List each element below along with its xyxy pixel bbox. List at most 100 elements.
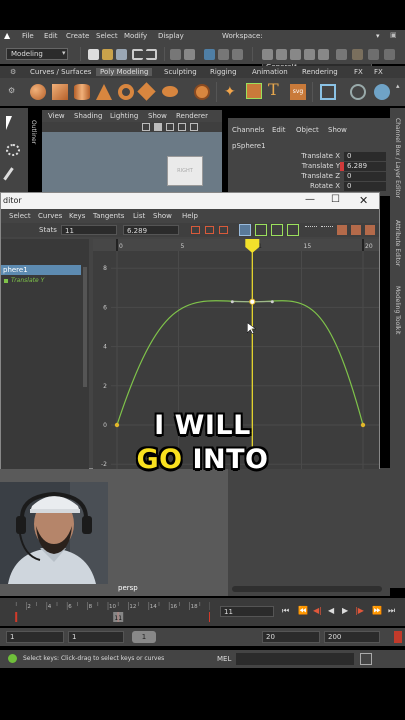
tangent-step-icon[interactable] xyxy=(305,226,317,234)
tangent-auto-icon[interactable] xyxy=(239,224,251,236)
super-shape-icon[interactable]: ✦ xyxy=(224,84,240,100)
play-back-icon[interactable]: ◀ xyxy=(328,606,334,615)
hypershade-icon[interactable] xyxy=(384,49,395,60)
outliner-scrollbar[interactable] xyxy=(83,267,87,387)
tab-channel-box-layer-editor[interactable]: Channel Box / Layer Editor xyxy=(394,118,401,198)
smooth-shade-icon[interactable] xyxy=(154,123,162,131)
platonic-solid-icon[interactable] xyxy=(194,84,210,100)
menu-create[interactable]: Create xyxy=(66,32,89,40)
tab-rendering[interactable]: Rendering xyxy=(298,68,342,76)
new-scene-icon[interactable] xyxy=(88,49,99,60)
playback-start-field[interactable]: 1 xyxy=(68,631,124,643)
panel-menu-lighting[interactable]: Lighting xyxy=(110,112,138,120)
ge-menu-help[interactable]: Help xyxy=(182,212,198,220)
ge-menu-curves[interactable]: Curves xyxy=(38,212,62,220)
undo-icon[interactable] xyxy=(132,49,143,60)
vertex-mode-icon[interactable] xyxy=(218,49,229,60)
ge-menu-keys[interactable]: Keys xyxy=(69,212,85,220)
poly-cube-icon[interactable] xyxy=(52,84,68,100)
playback-end-field[interactable]: 20 xyxy=(262,631,320,643)
go-to-start-icon[interactable]: ⏮ xyxy=(282,606,289,616)
save-scene-icon[interactable] xyxy=(116,49,127,60)
select-component-icon[interactable] xyxy=(204,49,215,60)
channel-menu-channels[interactable]: Channels xyxy=(232,126,264,134)
shelf-menu-icon[interactable]: ⚙ xyxy=(8,86,15,95)
poly-cone-icon[interactable] xyxy=(96,84,112,100)
textured-icon[interactable] xyxy=(166,123,174,131)
tab-animation[interactable]: Animation xyxy=(248,68,292,76)
graph-editor-titlebar[interactable]: ditor — ☐ ✕ xyxy=(1,193,379,209)
svg-icon[interactable]: svg xyxy=(290,84,306,100)
play-forward-icon[interactable]: ▶ xyxy=(342,606,348,615)
wireframe-icon[interactable] xyxy=(142,123,150,131)
panel-menu-show[interactable]: Show xyxy=(148,112,167,120)
go-to-end-icon[interactable]: ⏭ xyxy=(388,606,395,616)
history-icon[interactable] xyxy=(336,49,347,60)
dope-sheet-icon[interactable] xyxy=(365,225,375,235)
channel-value[interactable]: 0 xyxy=(344,172,386,181)
edge-mode-icon[interactable] xyxy=(232,49,243,60)
shelf-scroll-icon[interactable]: ▴ xyxy=(396,82,400,90)
shelf-settings-icon[interactable]: ⚙ xyxy=(6,68,20,76)
paint-select-tool-icon[interactable] xyxy=(3,167,23,187)
tab-modeling-toolkit[interactable]: Modeling Toolkit xyxy=(394,286,401,334)
menu-set-dropdown[interactable]: Modeling xyxy=(6,48,68,60)
poly-disc-icon[interactable] xyxy=(162,86,178,97)
tab-attribute-editor[interactable]: Attribute Editor xyxy=(394,220,401,266)
snap-curve-icon[interactable] xyxy=(276,49,287,60)
ge-menu-show[interactable]: Show xyxy=(153,212,172,220)
channel-row-translate-y[interactable]: Translate Y 6.289 xyxy=(228,162,390,172)
step-back-key-icon[interactable]: ⏪ xyxy=(298,606,308,615)
workspace-lock-icon[interactable]: ▣ xyxy=(390,31,397,39)
lasso-tool-icon[interactable] xyxy=(6,144,20,156)
poly-sphere-icon[interactable] xyxy=(30,84,46,100)
uv-grid-icon[interactable] xyxy=(320,84,336,100)
script-editor-icon[interactable] xyxy=(360,653,372,665)
channel-value[interactable]: 6.289 xyxy=(344,162,386,171)
minimize-icon[interactable]: — xyxy=(305,194,315,205)
end-time-field[interactable]: 200 xyxy=(324,631,380,643)
maximize-icon[interactable]: ☐ xyxy=(331,194,340,205)
tangent-linear-icon[interactable] xyxy=(271,224,283,236)
panel-menu-shading[interactable]: Shading xyxy=(74,112,102,120)
sweep-mesh-icon[interactable] xyxy=(246,83,262,99)
tab-curves-surfaces[interactable]: Curves / Surfaces xyxy=(26,68,95,76)
frame-all-icon[interactable] xyxy=(191,226,200,234)
channel-menu-edit[interactable]: Edit xyxy=(272,126,286,134)
view-cube[interactable]: RIGHT xyxy=(167,156,203,186)
time-slider[interactable]: 246810121416182011 11 ⏮ ⏪ ◀| ◀ ▶ |▶ ⏩ ⏭ xyxy=(0,598,405,626)
command-line-input[interactable] xyxy=(236,653,354,665)
outliner-item-translate-y[interactable]: Translate Y xyxy=(1,276,81,286)
start-time-field[interactable]: 1 xyxy=(6,631,64,643)
horizontal-scrollbar[interactable] xyxy=(232,586,382,592)
frame-playback-icon[interactable] xyxy=(219,226,228,234)
snap-surface-icon[interactable] xyxy=(304,49,315,60)
menu-edit[interactable]: Edit xyxy=(44,32,58,40)
ge-menu-select[interactable]: Select xyxy=(9,212,31,220)
tab-sculpting[interactable]: Sculpting xyxy=(160,68,201,76)
panel-menu-view[interactable]: View xyxy=(48,112,65,120)
render-icon[interactable] xyxy=(352,49,363,60)
outliner-item-sphere[interactable]: phere1 xyxy=(1,265,81,275)
menu-select[interactable]: Select xyxy=(96,32,118,40)
mel-label[interactable]: MEL xyxy=(217,655,231,663)
select-tool-icon[interactable] xyxy=(6,116,12,130)
outliner-side-label[interactable]: Outliner xyxy=(30,120,37,144)
channel-menu-object[interactable]: Object xyxy=(296,126,319,134)
poly-cylinder-icon[interactable] xyxy=(74,84,90,100)
close-icon[interactable]: ✕ xyxy=(359,194,368,207)
current-frame-field[interactable]: 11 xyxy=(220,606,274,617)
range-handle[interactable]: 1 xyxy=(132,631,156,643)
stats-value-field[interactable]: 6.289 xyxy=(123,225,179,235)
type-icon[interactable]: T xyxy=(268,82,284,98)
combine-icon[interactable] xyxy=(350,84,366,100)
channel-row-translate-x[interactable]: Translate X 0 xyxy=(228,152,390,162)
ge-menu-tangents[interactable]: Tangents xyxy=(93,212,124,220)
select-object-icon[interactable] xyxy=(184,49,195,60)
channel-value[interactable]: 0 xyxy=(344,152,386,161)
poly-torus-icon[interactable] xyxy=(118,84,134,100)
menu-modify[interactable]: Modify xyxy=(124,32,147,40)
open-scene-icon[interactable] xyxy=(102,49,113,60)
channel-row-translate-z[interactable]: Translate Z 0 xyxy=(228,172,390,182)
ge-menu-list[interactable]: List xyxy=(133,212,145,220)
